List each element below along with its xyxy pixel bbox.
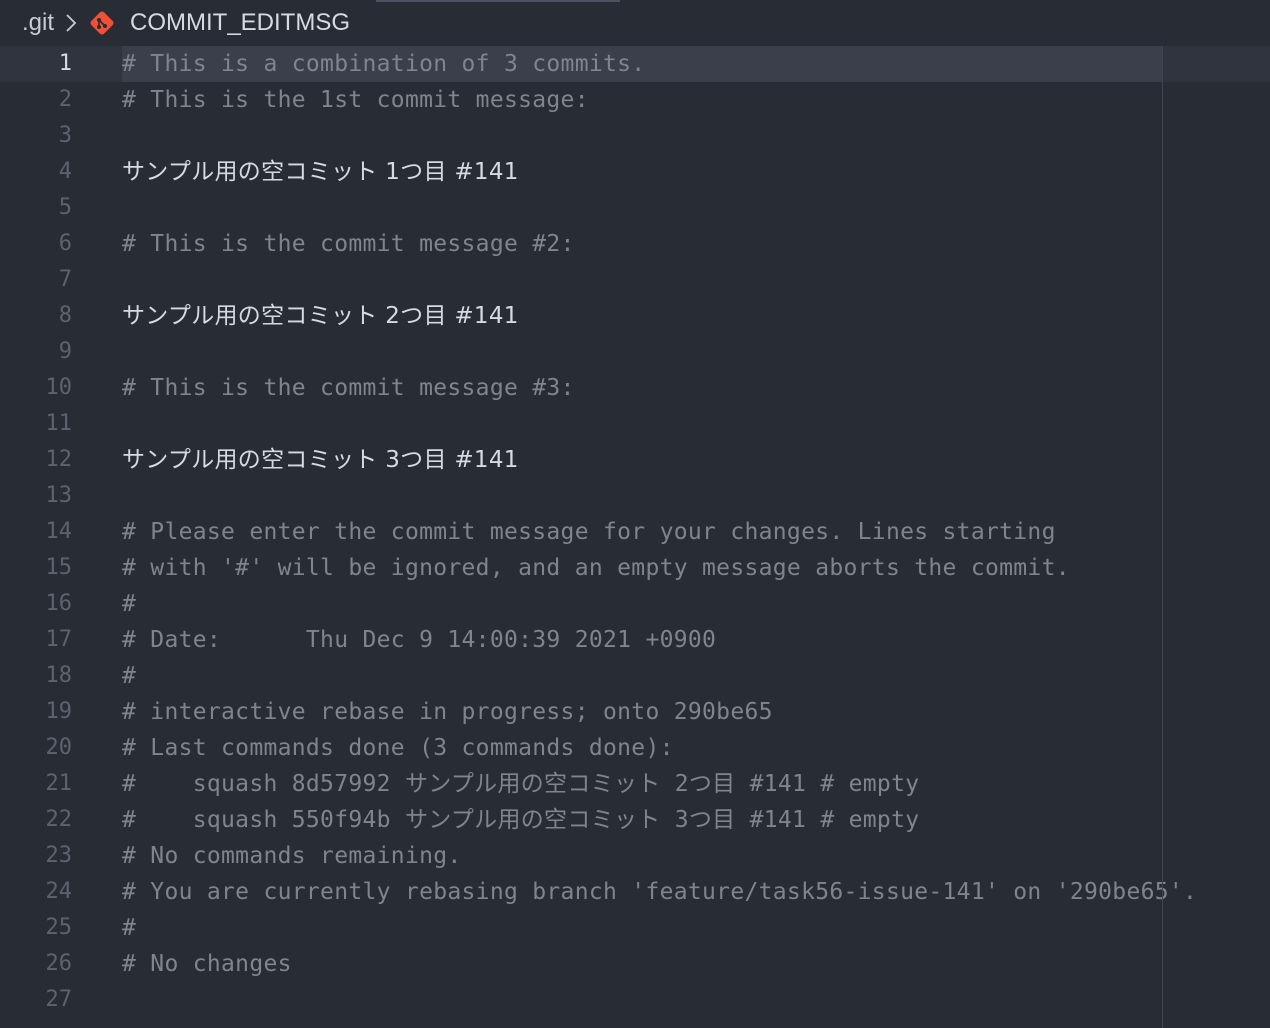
line-number: 14 xyxy=(45,519,73,544)
comment-line[interactable]: # Last commands done (3 commands done): xyxy=(122,730,1163,766)
blank-line[interactable] xyxy=(122,982,1163,1018)
editor-line[interactable]: 15 # with '#' will be ignored, and an emp… xyxy=(0,550,1270,586)
line-number: 23 xyxy=(45,843,73,868)
breadcrumb-file[interactable]: COMMIT_EDITMSG xyxy=(130,9,350,37)
line-number: 16 xyxy=(45,591,73,616)
commit-message-line[interactable]: サンプル用の空コミット 2つ目 #141 xyxy=(122,298,1163,334)
line-number: 24 xyxy=(45,879,73,904)
line-number: 21 xyxy=(45,771,73,796)
editor[interactable]: 27 26 # No changes 25 #24 # You are currently… xyxy=(0,46,1270,1028)
editor-line[interactable]: 19 # interactive rebase in progress; onto… xyxy=(0,694,1270,730)
blank-line[interactable] xyxy=(122,334,1163,370)
editor-line[interactable]: 12 サンプル用の空コミット 3つ目 #141 xyxy=(0,442,1270,478)
editor-ruler xyxy=(1162,46,1163,1028)
line-number: 19 xyxy=(45,699,73,724)
comment-line[interactable]: # with '#' will be ignored, and an empty… xyxy=(122,550,1163,586)
comment-line[interactable]: # Date: Thu Dec 9 14:00:39 2021 +0900 xyxy=(122,622,1163,658)
line-number: 9 xyxy=(58,339,72,364)
blank-line[interactable] xyxy=(122,478,1163,514)
line-number: 20 xyxy=(45,735,73,760)
comment-line[interactable]: # squash 550f94b サンプル用の空コミット 3つ目 #141 # … xyxy=(122,802,1163,838)
editor-line[interactable]: 26 # No changes xyxy=(0,946,1270,982)
editor-line[interactable]: 4 サンプル用の空コミット 1つ目 #141 xyxy=(0,154,1270,190)
comment-line[interactable]: # No changes xyxy=(122,946,1163,982)
line-number: 17 xyxy=(45,627,73,652)
editor-line[interactable]: 24 # You are currently rebasing branch 'f… xyxy=(0,874,1270,910)
editor-line[interactable]: 21 # squash 8d57992 サンプル用の空コミット 2つ目 #141 … xyxy=(0,766,1270,802)
commit-message-line[interactable]: サンプル用の空コミット 3つ目 #141 xyxy=(122,442,1163,478)
line-number: 11 xyxy=(45,411,73,436)
editor-line[interactable]: 6 # This is the commit message #2: xyxy=(0,226,1270,262)
comment-line[interactable]: # You are currently rebasing branch 'fea… xyxy=(122,874,1197,910)
editor-line[interactable]: 5 xyxy=(0,190,1270,226)
editor-line[interactable]: 10 # This is the commit message #3: xyxy=(0,370,1270,406)
line-number: 5 xyxy=(58,195,72,220)
line-number: 22 xyxy=(45,807,73,832)
line-number: 25 xyxy=(45,915,73,940)
editor-line[interactable]: 11 xyxy=(0,406,1270,442)
blank-line[interactable] xyxy=(122,118,1163,154)
editor-line[interactable]: 17 # Date: Thu Dec 9 14:00:39 2021 +0900 xyxy=(0,622,1270,658)
blank-line[interactable] xyxy=(122,262,1163,298)
comment-line[interactable]: # interactive rebase in progress; onto 2… xyxy=(122,694,1163,730)
line-number: 2 xyxy=(58,87,72,112)
editor-line[interactable]: 8 サンプル用の空コミット 2つ目 #141 xyxy=(0,298,1270,334)
comment-line[interactable]: # squash 8d57992 サンプル用の空コミット 2つ目 #141 # … xyxy=(122,766,1163,802)
editor-line[interactable]: 22 # squash 550f94b サンプル用の空コミット 3つ目 #141 … xyxy=(0,802,1270,838)
line-number: 27 xyxy=(45,987,73,1012)
editor-line[interactable]: 20 # Last commands done (3 commands done)… xyxy=(0,730,1270,766)
comment-line[interactable]: # This is the commit message #3: xyxy=(122,370,1163,406)
line-number: 12 xyxy=(45,447,73,472)
editor-line[interactable]: 16 # xyxy=(0,586,1270,622)
breadcrumb-folder[interactable]: .git xyxy=(22,9,54,37)
blank-line[interactable] xyxy=(122,406,1163,442)
line-number: 4 xyxy=(58,159,72,184)
line-number: 13 xyxy=(45,483,73,508)
comment-line[interactable]: # xyxy=(122,658,1163,694)
comment-line[interactable]: # xyxy=(122,910,1163,946)
editor-line[interactable]: 23 # No commands remaining. xyxy=(0,838,1270,874)
editor-line[interactable]: 7 xyxy=(0,262,1270,298)
editor-line[interactable]: 3 xyxy=(0,118,1270,154)
line-number: 26 xyxy=(45,951,73,976)
comment-line[interactable]: # No commands remaining. xyxy=(122,838,1163,874)
comment-line[interactable]: # This is the 1st commit message: xyxy=(122,82,1163,118)
commit-message-line[interactable]: サンプル用の空コミット 1つ目 #141 xyxy=(122,154,1163,190)
comment-line[interactable]: # xyxy=(122,586,1163,622)
editor-line[interactable]: 25 # xyxy=(0,910,1270,946)
editor-line[interactable]: 27 xyxy=(0,982,1270,1018)
line-number: 10 xyxy=(45,375,73,400)
line-number: 6 xyxy=(58,231,72,256)
comment-line[interactable]: # This is a combination of 3 commits. xyxy=(122,46,1163,82)
comment-line[interactable]: # Please enter the commit message for yo… xyxy=(122,514,1163,550)
breadcrumb: .git COMMIT_EDITMSG xyxy=(0,0,1270,46)
editor-line[interactable]: 9 xyxy=(0,334,1270,370)
editor-line[interactable]: 2 # This is the 1st commit message: xyxy=(0,82,1270,118)
chevron-right-icon xyxy=(60,12,82,34)
line-number: 7 xyxy=(58,267,72,292)
editor-line[interactable]: 18 # xyxy=(0,658,1270,694)
blank-line[interactable] xyxy=(122,190,1163,226)
line-number: 3 xyxy=(58,123,72,148)
comment-line[interactable]: # This is the commit message #2: xyxy=(122,226,1163,262)
line-number: 8 xyxy=(58,303,72,328)
editor-line[interactable]: 1 # This is a combination of 3 commits. xyxy=(0,46,1270,82)
editor-line[interactable]: 14 # Please enter the commit message for … xyxy=(0,514,1270,550)
git-icon xyxy=(88,9,116,37)
editor-line[interactable]: 13 xyxy=(0,478,1270,514)
line-number: 1 xyxy=(58,51,72,76)
line-number: 18 xyxy=(45,663,73,688)
line-number: 15 xyxy=(45,555,73,580)
